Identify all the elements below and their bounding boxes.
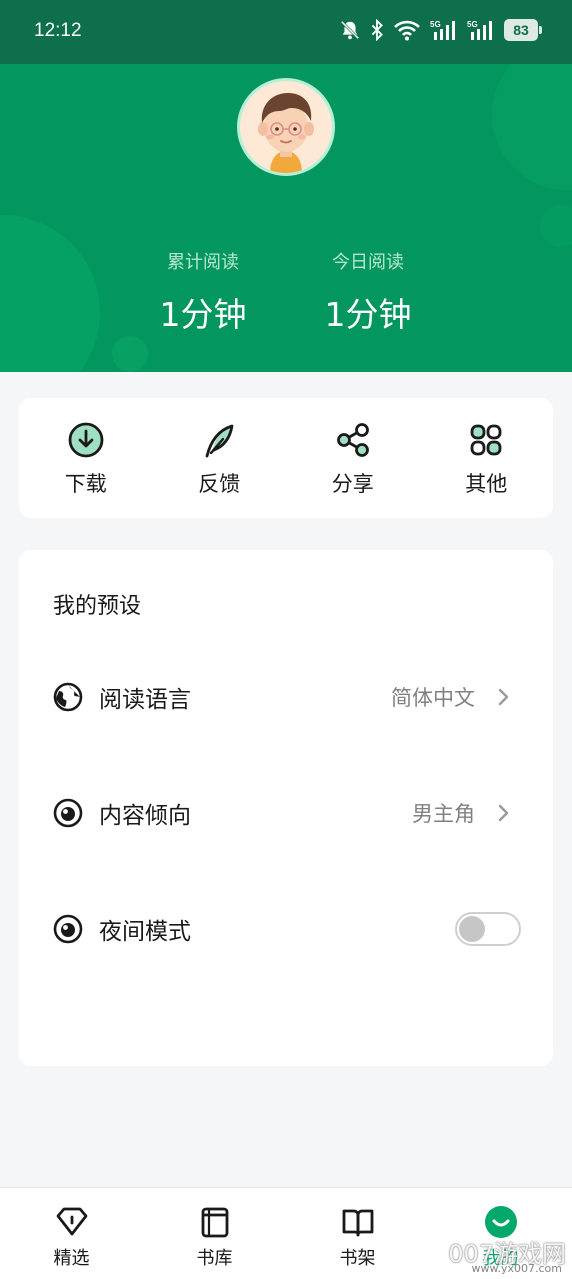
battery-icon: 83: [504, 19, 542, 41]
wifi-icon: [394, 20, 420, 41]
library-icon: [201, 1207, 228, 1238]
chevron-right-icon: [498, 804, 509, 822]
nav-item-library[interactable]: 书库: [143, 1188, 286, 1279]
mute-bell-icon: [340, 20, 360, 40]
watermark-url: www.yx007.com: [471, 1262, 562, 1275]
svg-text:5G: 5G: [430, 20, 441, 29]
preset-value: 简体中文: [391, 686, 475, 710]
stat-total-reading: 累计阅读 1分钟: [143, 248, 263, 336]
svg-text:5G: 5G: [467, 20, 478, 29]
quick-actions: 下载 反馈 分享 其他: [19, 398, 553, 518]
avatar[interactable]: [237, 78, 335, 176]
avatar-boy-icon: [240, 81, 332, 173]
status-icons: 5G 5G 83: [339, 19, 542, 41]
quick-feedback-button[interactable]: 反馈: [153, 398, 287, 518]
preset-label: 夜间模式: [99, 919, 191, 945]
signal-5g-icon: 5G: [467, 20, 492, 40]
stat-today-reading: 今日阅读 1分钟: [308, 248, 428, 336]
quick-label: 其他: [465, 472, 508, 496]
night-mode-toggle[interactable]: [455, 912, 521, 946]
battery-level: 83: [513, 22, 529, 38]
stat-label: 今日阅读: [332, 252, 404, 273]
eye-icon: [53, 914, 83, 944]
preset-row-language[interactable]: 阅读语言 简体中文: [19, 667, 553, 727]
profile-header: 12:12 5G 5G 83 累计阅读 1分钟 今日阅读 1分钟: [0, 0, 572, 372]
decor-circle: [540, 205, 572, 247]
quick-label: 下载: [64, 472, 107, 496]
quick-label: 反馈: [198, 472, 241, 496]
status-time: 12:12: [34, 20, 82, 41]
stat-value: 1分钟: [324, 295, 412, 334]
presets-card: 我的预设 阅读语言 简体中文 内容倾向 男主角 夜间模式: [19, 550, 553, 1066]
preset-label: 阅读语言: [99, 687, 191, 713]
chevron-right-icon: [498, 688, 509, 706]
nav-label: 书库: [196, 1248, 233, 1269]
grid-icon: [470, 424, 502, 456]
nav-label: 书架: [339, 1248, 376, 1269]
feather-icon: [205, 424, 234, 458]
preset-value: 男主角: [412, 802, 475, 826]
stat-label: 累计阅读: [167, 252, 239, 273]
nav-item-featured[interactable]: 精选: [0, 1188, 143, 1279]
globe-icon: [53, 682, 83, 712]
quick-other-button[interactable]: 其他: [420, 398, 554, 518]
stat-value: 1分钟: [159, 295, 247, 334]
preset-row-night-mode: 夜间模式: [19, 899, 553, 959]
decor-circle: [112, 336, 148, 372]
diamond-icon: [56, 1207, 87, 1236]
preset-row-content-preference[interactable]: 内容倾向 男主角: [19, 783, 553, 843]
download-icon: [68, 422, 104, 458]
decor-circle: [0, 215, 100, 372]
presets-title: 我的预设: [53, 594, 142, 619]
quick-share-button[interactable]: 分享: [286, 398, 420, 518]
preset-label: 内容倾向: [99, 803, 191, 829]
nav-item-bookshelf[interactable]: 书架: [286, 1188, 429, 1279]
toggle-knob: [459, 916, 485, 942]
quick-download-button[interactable]: 下载: [19, 398, 153, 518]
status-bar: 12:12 5G 5G 83: [0, 0, 572, 64]
eye-icon: [53, 798, 83, 828]
bluetooth-icon: [371, 19, 383, 41]
signal-5g-icon: 5G: [430, 20, 455, 40]
quick-label: 分享: [331, 472, 374, 496]
nav-label: 精选: [53, 1248, 90, 1269]
book-open-icon: [342, 1209, 373, 1237]
share-icon: [336, 423, 369, 457]
